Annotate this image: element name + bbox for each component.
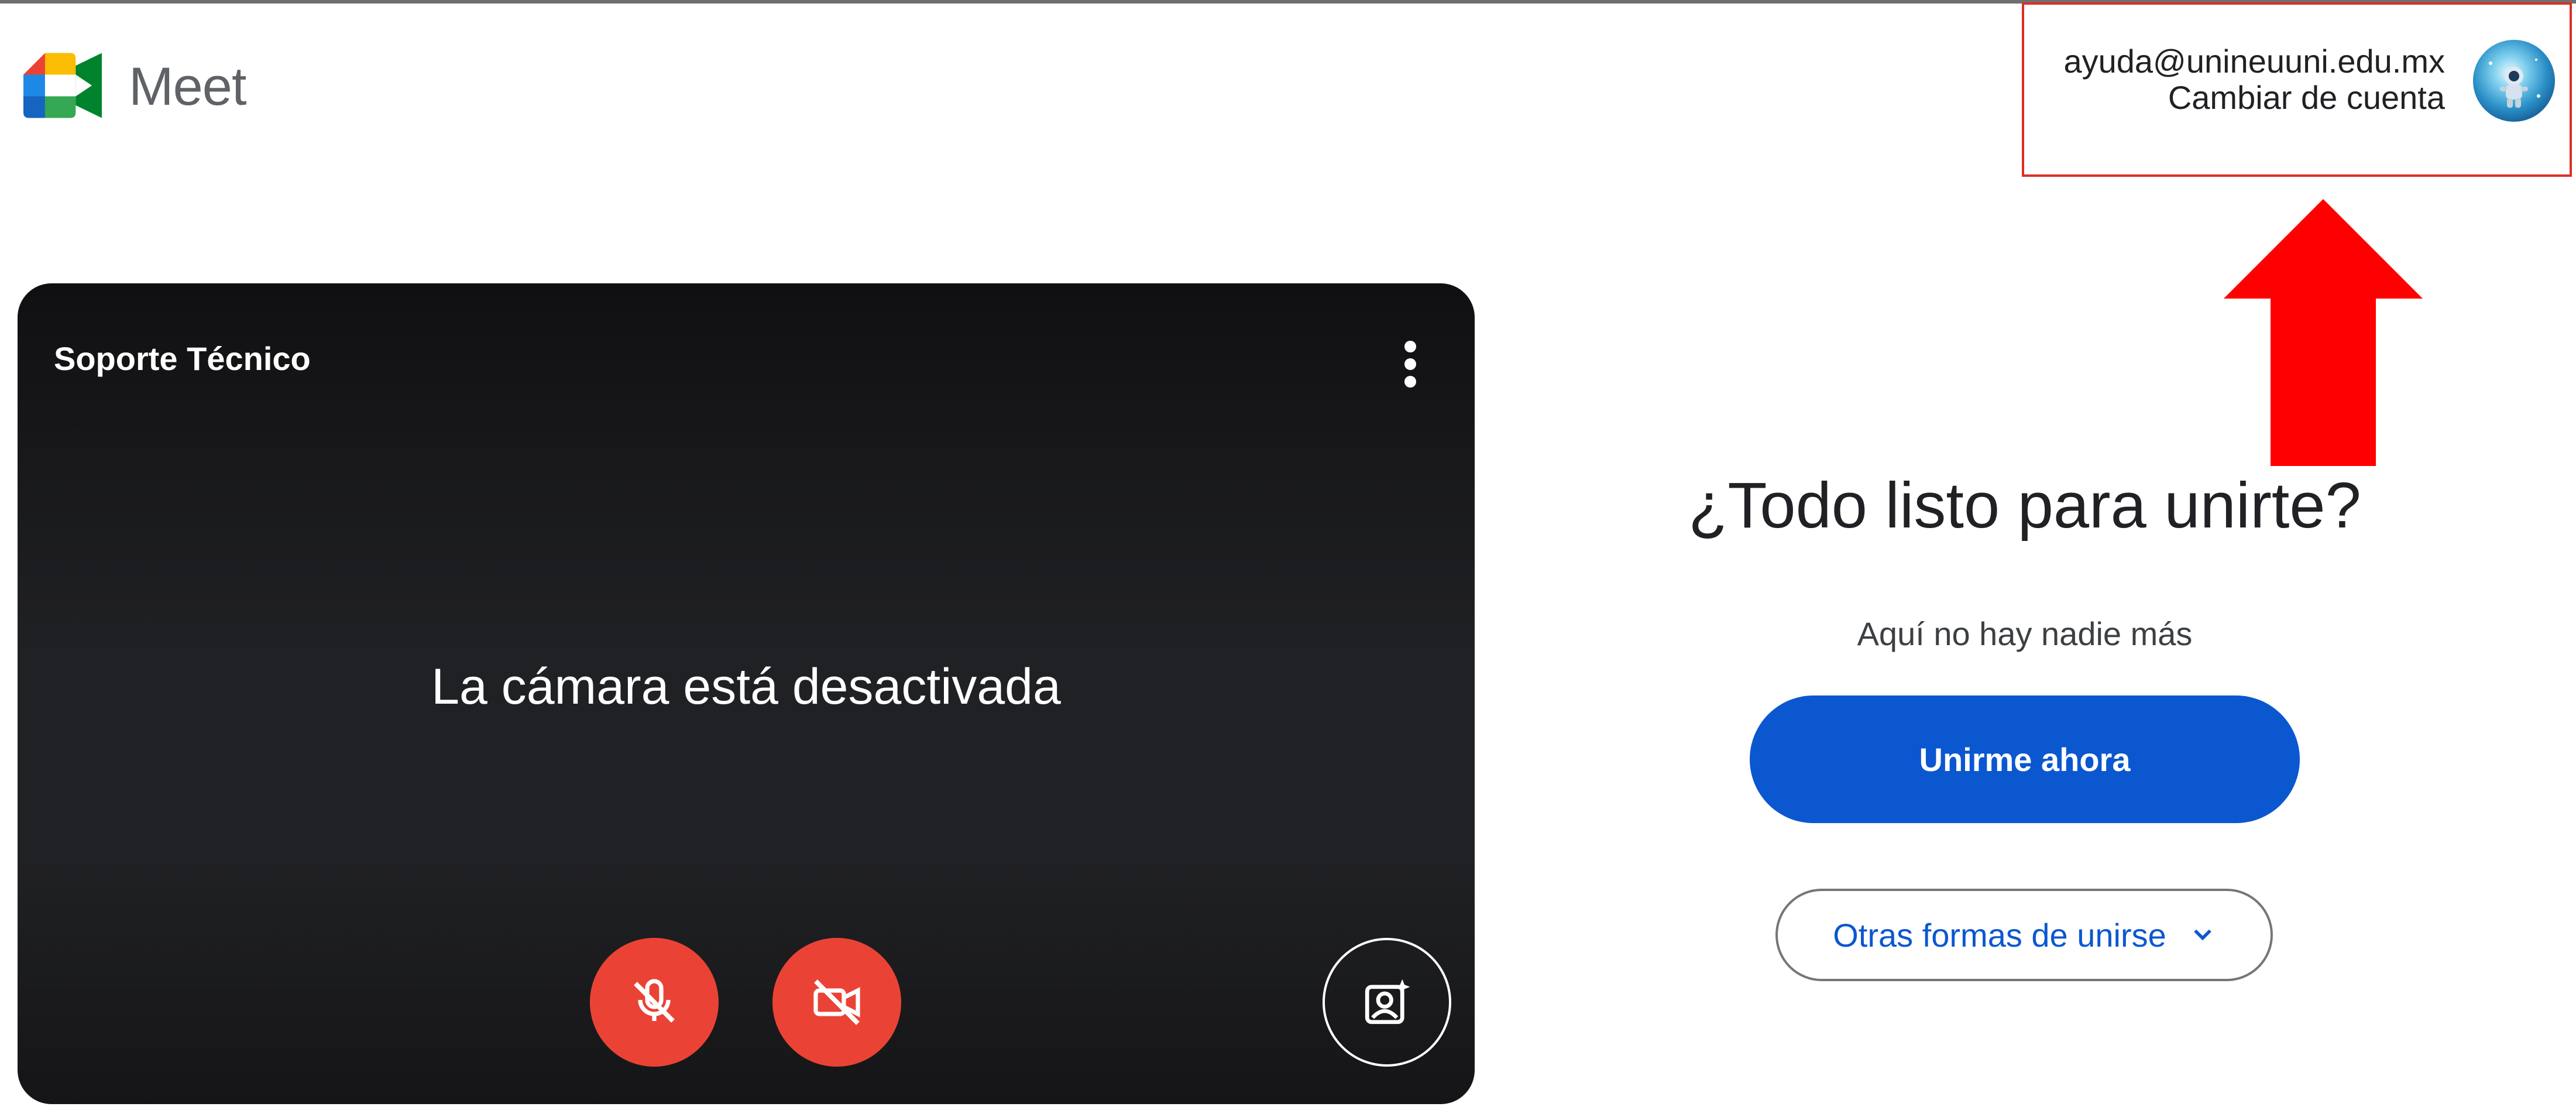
join-now-label: Unirme ahora [1919,741,2131,778]
portrait-sparkle-icon [1365,979,1410,1025]
video-preview: Soporte Técnico La cámara está desactiva… [18,283,1475,1104]
camera-off-message: La cámara está desactivada [431,659,1061,715]
switch-account-link[interactable]: Cambiar de cuenta [2168,78,2445,117]
app-name: Meet [129,57,247,117]
mic-off-icon [634,979,675,1023]
participants-status: Aquí no hay nadie más [1857,615,2193,652]
ready-to-join-heading: ¿Todo listo para unirte? [1688,470,2361,542]
other-ways-to-join-button[interactable]: Otras formas de unirse [1775,889,2273,981]
more-vert-icon [1404,341,1416,388]
account-email: ayuda@unineuuni.edu.mx [2063,43,2445,80]
more-options-button[interactable] [1393,336,1428,392]
visual-effects-button[interactable] [1323,938,1451,1067]
join-now-button[interactable]: Unirme ahora [1750,695,2300,823]
videocam-off-icon [813,979,860,1025]
avatar-astronaut-icon [2489,59,2540,108]
other-ways-label: Otras formas de unirse [1833,916,2166,954]
camera-toggle-button[interactable] [772,938,901,1067]
participant-name: Soporte Técnico [54,340,311,377]
chevron-down-icon [2193,929,2211,941]
red-arrow-annotation [2224,199,2423,466]
meet-prejoin-page: Meet ayuda@unineuuni.edu.mx Cambiar de c… [0,0,2576,1117]
avatar[interactable] [2473,40,2555,122]
microphone-toggle-button[interactable] [590,938,719,1067]
meet-logo-icon [23,53,102,118]
